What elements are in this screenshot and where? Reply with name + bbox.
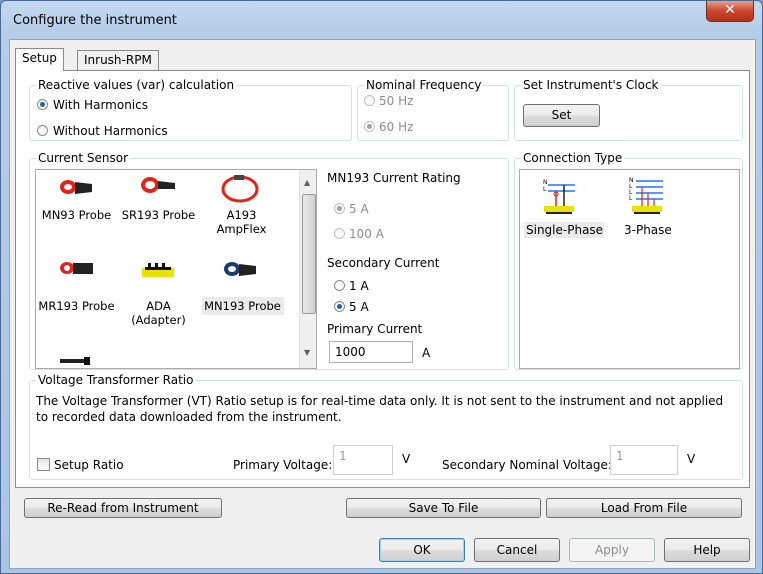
vt-ratio-label: Voltage Transformer Ratio [36,373,196,387]
secondary-5a-label[interactable]: 5 A [349,300,369,314]
freq-60hz-radio[interactable] [364,121,375,132]
instrument-clock-label: Set Instrument's Clock [521,78,661,92]
reactive-values-group: Reactive values (var) calculation With H… [29,78,352,141]
setup-ratio-label[interactable]: Setup Ratio [54,458,124,472]
close-button[interactable]: ✕ [706,1,754,22]
nominal-frequency-group: Nominal Frequency 50 Hz 60 Hz [357,78,509,141]
secondary-current-label: Secondary Current [327,256,440,270]
configure-dialog: Configure the instrument ✕ Setup Inrush-… [0,0,763,574]
freq-60hz-label[interactable]: 60 Hz [379,120,413,134]
rating-100a-radio[interactable] [334,228,345,239]
current-rating-label: MN193 Current Rating [327,171,461,185]
primary-voltage-label: Primary Voltage: [233,458,333,472]
cancel-button[interactable]: Cancel [474,538,560,562]
dialog-client-area: Setup Inrush-RPM Reactive values (var) c… [9,39,756,569]
primary-current-unit: A [422,346,431,360]
connection-single-phase[interactable]: Single-Phase [526,223,603,237]
vt-ratio-group: Voltage Transformer Ratio The Voltage Tr… [29,373,743,480]
sensor-list-scrollbar[interactable]: ▲ ▼ [299,170,316,368]
scroll-down-arrow-icon[interactable]: ▼ [304,348,310,357]
primary-voltage-unit: V [402,452,411,466]
sensor-item-mr193[interactable]: MR193 Probe [36,299,119,313]
probe-icon [58,354,94,365]
rating-100a-label[interactable]: 100 A [349,227,384,241]
save-to-file-button[interactable]: Save To File [346,498,541,518]
instrument-clock-group: Set Instrument's Clock Set [514,78,743,141]
clamp-probe-icon [58,178,94,196]
rating-5a-radio[interactable] [334,203,345,214]
title-bar[interactable]: Configure the instrument ✕ [1,1,762,39]
svg-text:L: L [629,195,633,202]
single-phase-icon: N L [542,176,576,214]
apply-button[interactable]: Apply [569,538,655,562]
connection-three-phase[interactable]: 3-Phase [624,223,672,237]
nominal-frequency-label: Nominal Frequency [364,78,484,92]
connection-list[interactable]: N L Single-Phase N L L L 3-Phase [519,169,740,369]
sensor-item-mn193[interactable]: MN193 Probe [200,299,285,313]
reactive-values-label: Reactive values (var) calculation [36,78,237,92]
current-sensor-group: Current Sensor MN93 Probe SR193 Probe A1… [29,151,509,370]
tab-inrush-rpm[interactable]: Inrush-RPM [77,50,159,70]
current-sensor-label: Current Sensor [36,151,131,165]
sensor-item-ada[interactable]: ADA (Adapter) [116,299,201,327]
secondary-1a-radio[interactable] [334,280,345,291]
sensor-list[interactable]: MN93 Probe SR193 Probe A193 AmpFlex MR19… [35,169,317,369]
clamp-probe-icon [222,260,258,278]
load-from-file-button[interactable]: Load From File [546,498,742,518]
secondary-voltage-input[interactable]: 1 [610,445,678,475]
secondary-5a-radio[interactable] [334,301,345,312]
clamp-probe-icon [58,260,94,278]
vt-description: The Voltage Transformer (VT) Ratio setup… [36,394,724,424]
without-harmonics-radio[interactable] [37,125,48,136]
setup-tab-panel: Reactive values (var) calculation With H… [15,70,750,488]
ok-button[interactable]: OK [379,538,465,562]
setup-ratio-checkbox[interactable] [37,458,50,471]
reread-from-instrument-button[interactable]: Re-Read from Instrument [24,498,222,518]
help-button[interactable]: Help [664,538,750,562]
flex-loop-icon [220,173,260,203]
sensor-item-sr193[interactable]: SR193 Probe [116,208,201,222]
secondary-voltage-unit: V [687,452,696,466]
tab-setup[interactable]: Setup [15,48,64,71]
adapter-icon [140,260,176,278]
three-phase-icon: N L L L [628,174,664,214]
clamp-probe-icon [140,176,176,194]
primary-current-label: Primary Current [327,322,423,336]
primary-voltage-input[interactable]: 1 [333,445,393,475]
with-harmonics-radio[interactable] [37,99,48,110]
connection-type-label: Connection Type [521,151,625,165]
secondary-voltage-label: Secondary Nominal Voltage: [442,458,612,472]
scrollbar-thumb[interactable] [302,194,316,314]
connection-type-group: Connection Type N L Single-Phase N L L L… [514,151,743,370]
svg-text:L: L [543,186,547,193]
set-clock-button[interactable]: Set [523,104,600,127]
without-harmonics-label[interactable]: Without Harmonics [53,124,168,138]
scroll-up-arrow-icon[interactable]: ▲ [304,178,310,187]
freq-50hz-label[interactable]: 50 Hz [379,94,413,108]
sensor-item-a193[interactable]: A193 AmpFlex [199,208,284,236]
sensor-item-mn93[interactable]: MN93 Probe [36,208,119,222]
freq-50hz-radio[interactable] [364,95,375,106]
window-title: Configure the instrument [13,13,177,28]
with-harmonics-label[interactable]: With Harmonics [53,98,148,112]
primary-current-input[interactable]: 1000 [329,341,413,363]
rating-5a-label[interactable]: 5 A [349,202,369,216]
svg-text:N: N [543,179,548,186]
secondary-1a-label[interactable]: 1 A [349,279,369,293]
